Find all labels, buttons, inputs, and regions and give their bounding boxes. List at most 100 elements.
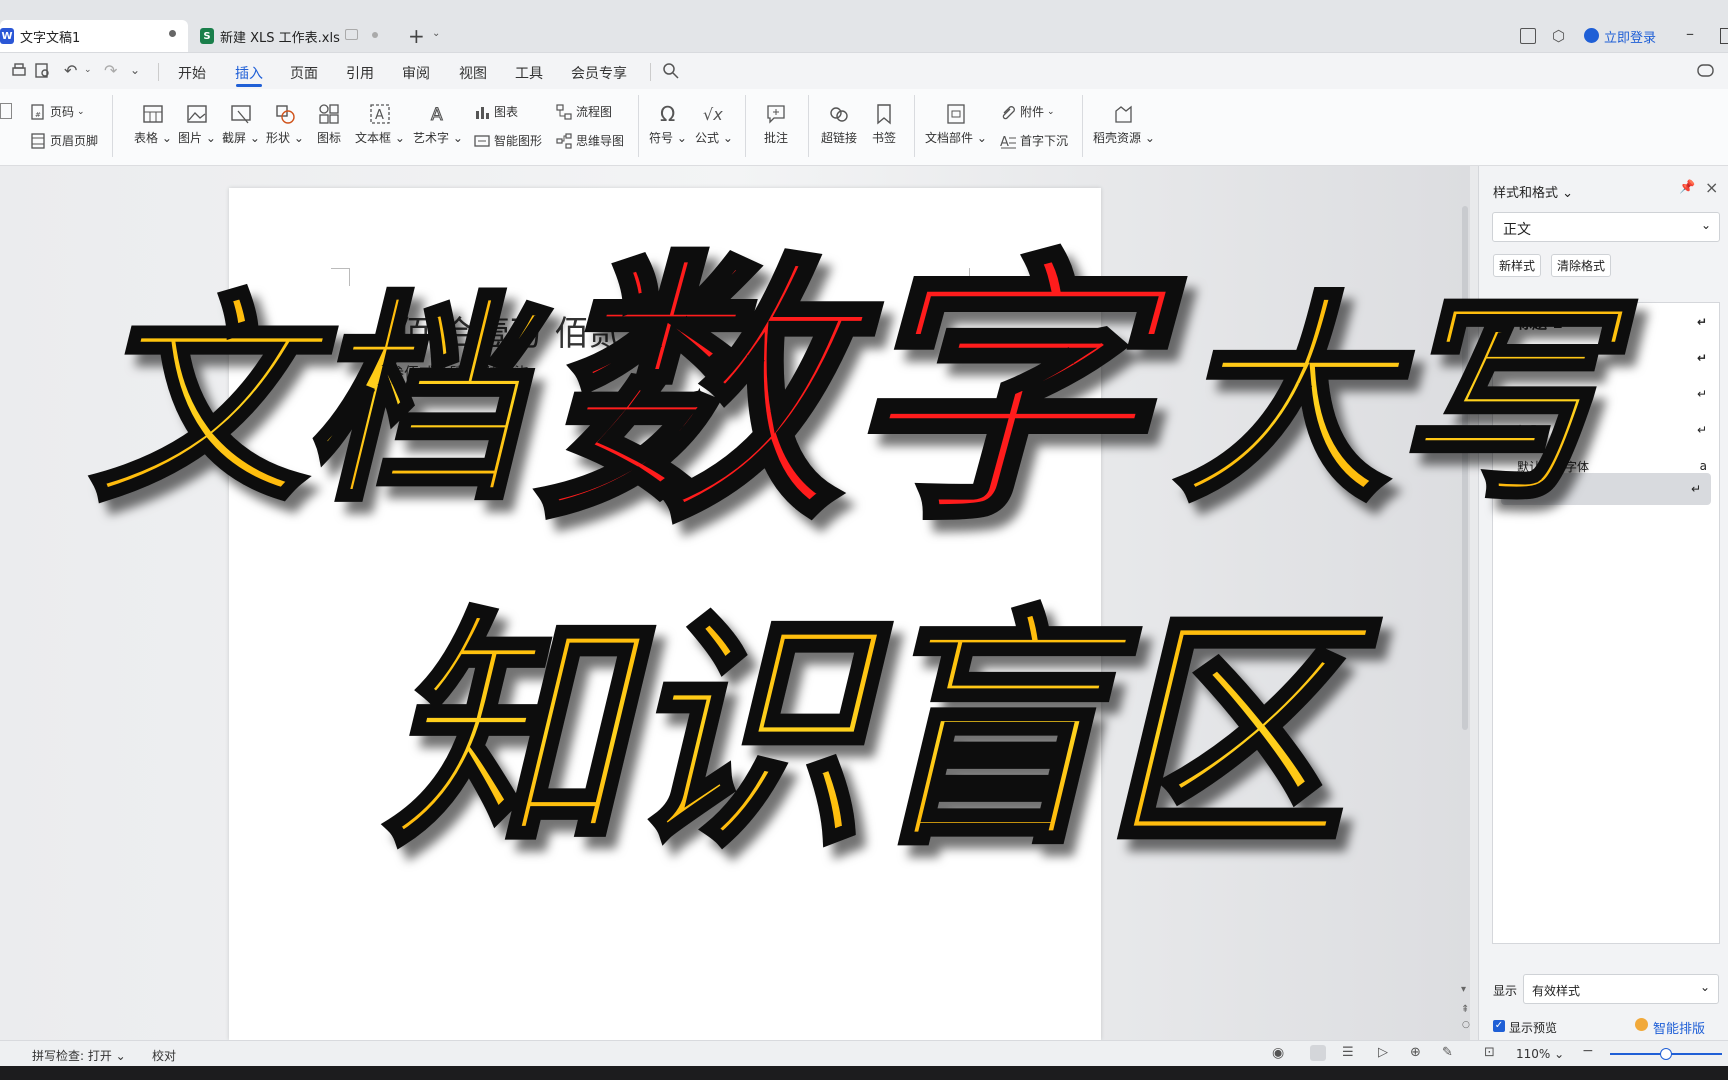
menu-home[interactable]: 开始 bbox=[178, 63, 206, 83]
browse-object-icon[interactable]: ○ bbox=[1462, 1020, 1470, 1030]
zoom-out-icon[interactable]: − bbox=[1582, 1043, 1594, 1059]
wordart-button[interactable]: A 艺术字 ⌄ bbox=[410, 103, 466, 146]
panel-title: 样式和格式 ⌄ bbox=[1493, 186, 1574, 201]
style-heading-3[interactable]: 标题 ↵ bbox=[1507, 379, 1717, 409]
redo-icon[interactable]: ↷ bbox=[104, 61, 117, 80]
style-heading-2[interactable]: 标题 2 ↵ bbox=[1507, 343, 1717, 373]
clear-format-button[interactable]: 清除格式 bbox=[1551, 254, 1612, 277]
mindmap-button[interactable]: 思维导图 bbox=[556, 132, 624, 149]
close-icon[interactable]: × bbox=[1705, 178, 1718, 197]
tab-bar: W 文字文稿1 S 新建 XLS 工作表.xls + ⌄ ⬡ 立即登录 – bbox=[0, 0, 1728, 53]
maximize-icon[interactable] bbox=[1720, 28, 1728, 44]
chevron-down-icon[interactable]: ⌄ bbox=[432, 28, 440, 39]
bookmark-button[interactable]: 书签 bbox=[866, 103, 902, 146]
style-list: 标题 1 ↵ 标题 2 ↵ 标题 ↵ 标题 ↵ 默认段落字体 a 正文 ↵ bbox=[1492, 302, 1720, 944]
style-normal[interactable]: 正文 ↵ bbox=[1501, 473, 1711, 505]
document-line-2[interactable]: 叁佰贰拾肆 仟陆佰柒 bbox=[389, 362, 529, 383]
document-line-1[interactable]: 佰 合壹万 佰贰 元整 bbox=[397, 306, 701, 355]
doc-parts-button[interactable]: 文档部件 ⌄ bbox=[924, 103, 988, 146]
login-link[interactable]: 立即登录 bbox=[1604, 27, 1656, 46]
page-number-button[interactable]: # 页码 ⌄ bbox=[30, 103, 85, 120]
menu-reference[interactable]: 引用 bbox=[346, 63, 374, 83]
web-view-icon[interactable]: ⊕ bbox=[1410, 1045, 1421, 1060]
flowchart-label: 流程图 bbox=[576, 105, 613, 119]
style-heading-1[interactable]: 标题 1 ↵ bbox=[1507, 307, 1717, 337]
wordart-label: 艺术字 bbox=[413, 131, 450, 145]
screenshot-button[interactable]: 截屏 ⌄ bbox=[216, 103, 266, 146]
formula-button[interactable]: √x 公式 ⌄ bbox=[694, 103, 734, 146]
pin-icon[interactable]: 📌 bbox=[1679, 180, 1695, 195]
chart-button[interactable]: 图表 bbox=[474, 103, 518, 120]
formula-label: 公式 bbox=[695, 131, 720, 145]
menu-tools[interactable]: 工具 bbox=[515, 63, 543, 83]
menu-insert[interactable]: 插入 bbox=[235, 63, 263, 83]
fit-page-icon[interactable]: ⊡ bbox=[1484, 1045, 1495, 1060]
user-avatar-icon[interactable] bbox=[1584, 28, 1599, 43]
style-heading-4[interactable]: 标题 ↵ bbox=[1507, 415, 1717, 445]
preview-checkbox[interactable]: ✓ bbox=[1493, 1020, 1505, 1032]
hyperlink-label: 超链接 bbox=[820, 131, 857, 145]
menu-review[interactable]: 审阅 bbox=[402, 63, 430, 83]
close-dot-icon[interactable] bbox=[372, 32, 378, 38]
prev-page-icon[interactable]: ⇞ bbox=[1461, 1004, 1469, 1015]
pen-icon[interactable]: ✎ bbox=[1442, 1045, 1453, 1060]
textbox-button[interactable]: A 文本框 ⌄ bbox=[352, 103, 408, 146]
current-style-select[interactable]: 正文 ⌄ bbox=[1492, 212, 1720, 242]
page-view-icon[interactable] bbox=[1310, 1045, 1326, 1061]
hyperlink-button[interactable]: 超链接 bbox=[818, 103, 860, 146]
textbox-label: 文本框 bbox=[355, 131, 392, 145]
table-button[interactable]: 表格 ⌄ bbox=[128, 103, 178, 146]
smart-graphic-button[interactable]: 智能图形 bbox=[474, 132, 542, 149]
proofread-button[interactable]: 校对 bbox=[152, 1047, 176, 1064]
undo-chevron-icon[interactable]: ⌄ bbox=[84, 65, 92, 75]
layout-icon[interactable] bbox=[1520, 28, 1536, 44]
search-icon[interactable] bbox=[662, 62, 680, 80]
ribbon-partial-top[interactable] bbox=[0, 103, 26, 119]
menu-page[interactable]: 页面 bbox=[290, 63, 318, 83]
document-page[interactable]: 佰 合壹万 佰贰 元整 叁佰贰拾肆 仟陆佰柒 bbox=[229, 188, 1101, 1040]
scroll-down-icon[interactable]: ▾ bbox=[1461, 984, 1466, 995]
svg-text:A: A bbox=[1000, 135, 1009, 149]
outline-view-icon[interactable]: ☰ bbox=[1342, 1045, 1354, 1060]
vertical-scrollbar[interactable]: ▾ ⇞ ○ bbox=[1460, 170, 1472, 1040]
minimize-icon[interactable]: – bbox=[1686, 24, 1694, 43]
comment-label: 批注 bbox=[763, 131, 788, 145]
zoom-slider-handle[interactable] bbox=[1660, 1048, 1672, 1060]
flowchart-button[interactable]: 流程图 bbox=[556, 103, 612, 120]
tab-spreadsheet[interactable]: S 新建 XLS 工作表.xls bbox=[200, 20, 390, 52]
symbol-button[interactable]: Ω 符号 ⌄ bbox=[648, 103, 688, 146]
print-icon[interactable] bbox=[10, 62, 28, 80]
menu-member[interactable]: 会员专享 bbox=[571, 63, 627, 83]
print-preview-icon[interactable] bbox=[34, 62, 52, 80]
margin-marker bbox=[969, 268, 970, 286]
smart-layout-link[interactable]: 智能排版 bbox=[1653, 1018, 1705, 1037]
doc-parts-icon bbox=[947, 104, 965, 124]
comment-button[interactable]: 批注 bbox=[756, 103, 796, 146]
cube-icon[interactable]: ⬡ bbox=[1552, 27, 1565, 45]
menu-view[interactable]: 视图 bbox=[459, 63, 487, 83]
icon-button[interactable]: 图标 bbox=[304, 103, 354, 146]
new-style-button[interactable]: 新样式 bbox=[1493, 254, 1542, 277]
show-select[interactable]: 有效样式 ⌄ bbox=[1523, 974, 1719, 1004]
show-value: 有效样式 bbox=[1532, 984, 1581, 998]
styles-panel: 样式和格式 ⌄ 📌 × 正文 ⌄ 新样式 清除格式 标题 1 ↵ 标题 2 ↵ 标题… bbox=[1478, 166, 1728, 1040]
more-chevron-icon[interactable]: ⌄ bbox=[130, 63, 140, 77]
chat-icon[interactable] bbox=[1696, 62, 1716, 80]
undo-icon[interactable]: ↶ bbox=[64, 61, 77, 80]
play-icon[interactable]: ▷ bbox=[1378, 1045, 1388, 1060]
formula-icon: √x bbox=[703, 105, 723, 124]
resources-button[interactable]: 稻壳资源 ⌄ bbox=[1092, 103, 1156, 146]
icon-label: 图标 bbox=[316, 131, 341, 145]
shape-button[interactable]: 形状 ⌄ bbox=[260, 103, 310, 146]
scroll-thumb[interactable] bbox=[1462, 206, 1468, 730]
new-tab-plus-icon[interactable]: + bbox=[408, 24, 425, 48]
tab-document[interactable]: W 文字文稿1 bbox=[0, 20, 188, 52]
header-footer-button[interactable]: 页眉页脚 bbox=[30, 132, 98, 149]
eye-icon[interactable]: ◉ bbox=[1272, 1045, 1284, 1061]
chevron-down-icon: ⌄ bbox=[1699, 980, 1710, 994]
spell-check-toggle[interactable]: 拼写检查: 打开 ⌄ bbox=[32, 1047, 126, 1064]
drop-cap-button[interactable]: A 首字下沉 bbox=[1000, 132, 1068, 149]
zoom-level[interactable]: 110% ⌄ bbox=[1516, 1047, 1564, 1061]
attachment-button[interactable]: 附件 ⌄ bbox=[1000, 103, 1055, 120]
picture-button[interactable]: 图片 ⌄ bbox=[172, 103, 222, 146]
